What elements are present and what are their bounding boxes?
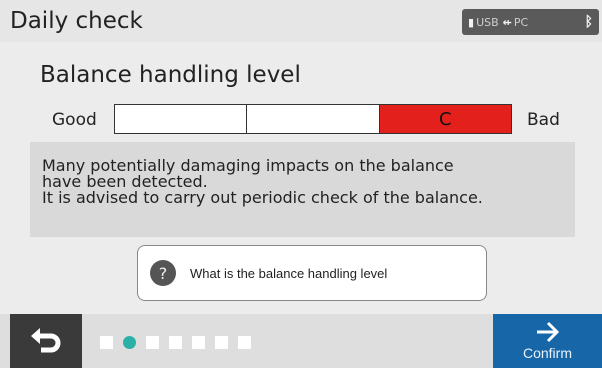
pc-label: PC <box>513 15 529 29</box>
usb-status: ▮ USB <box>468 16 499 29</box>
level-segment-3: C <box>379 105 511 133</box>
page-dot <box>146 336 159 349</box>
page-dot-current <box>123 336 136 349</box>
status-indicators: ▮ USB ⇷ PC ᛒ <box>462 9 599 35</box>
page-dot <box>169 336 182 349</box>
bad-label: Bad <box>527 110 560 130</box>
usb-icon: ▮ <box>468 15 475 29</box>
usb-label: USB <box>476 15 499 29</box>
help-button[interactable]: ? What is the balance handling level <box>137 245 487 301</box>
page-dot <box>192 336 205 349</box>
confirm-button[interactable]: Confirm <box>493 314 602 368</box>
level-segment-1 <box>115 105 248 133</box>
message-line-3: It is advised to carry out periodic chec… <box>42 188 483 207</box>
message-box: Many potentially damaging impacts on the… <box>30 142 575 237</box>
bluetooth-icon: ᛒ <box>584 14 593 30</box>
page-indicator <box>100 336 251 349</box>
level-bar: C <box>114 104 512 134</box>
help-label: What is the balance handling level <box>190 265 388 281</box>
page-dot <box>100 336 113 349</box>
page-dot <box>215 336 228 349</box>
level-scale: Good C Bad <box>30 104 575 136</box>
return-arrow-icon <box>31 328 61 353</box>
page-dot <box>238 336 251 349</box>
good-label: Good <box>52 110 97 130</box>
header-bar: Daily check ▮ USB ⇷ PC ᛒ <box>0 0 602 42</box>
usb-plug-icon: ⇷ <box>502 15 512 29</box>
pc-status: ⇷ PC <box>503 16 529 29</box>
confirm-label: Confirm <box>522 345 572 361</box>
question-icon: ? <box>150 260 176 286</box>
level-segment-2 <box>247 105 380 133</box>
level-title: Balance handling level <box>40 62 301 88</box>
level-panel: Balance handling level Good C Bad Many p… <box>30 52 575 237</box>
footer-bar: Confirm <box>0 314 602 368</box>
right-arrow-icon <box>536 321 559 343</box>
back-button[interactable] <box>10 314 82 368</box>
page-title: Daily check <box>10 8 143 34</box>
